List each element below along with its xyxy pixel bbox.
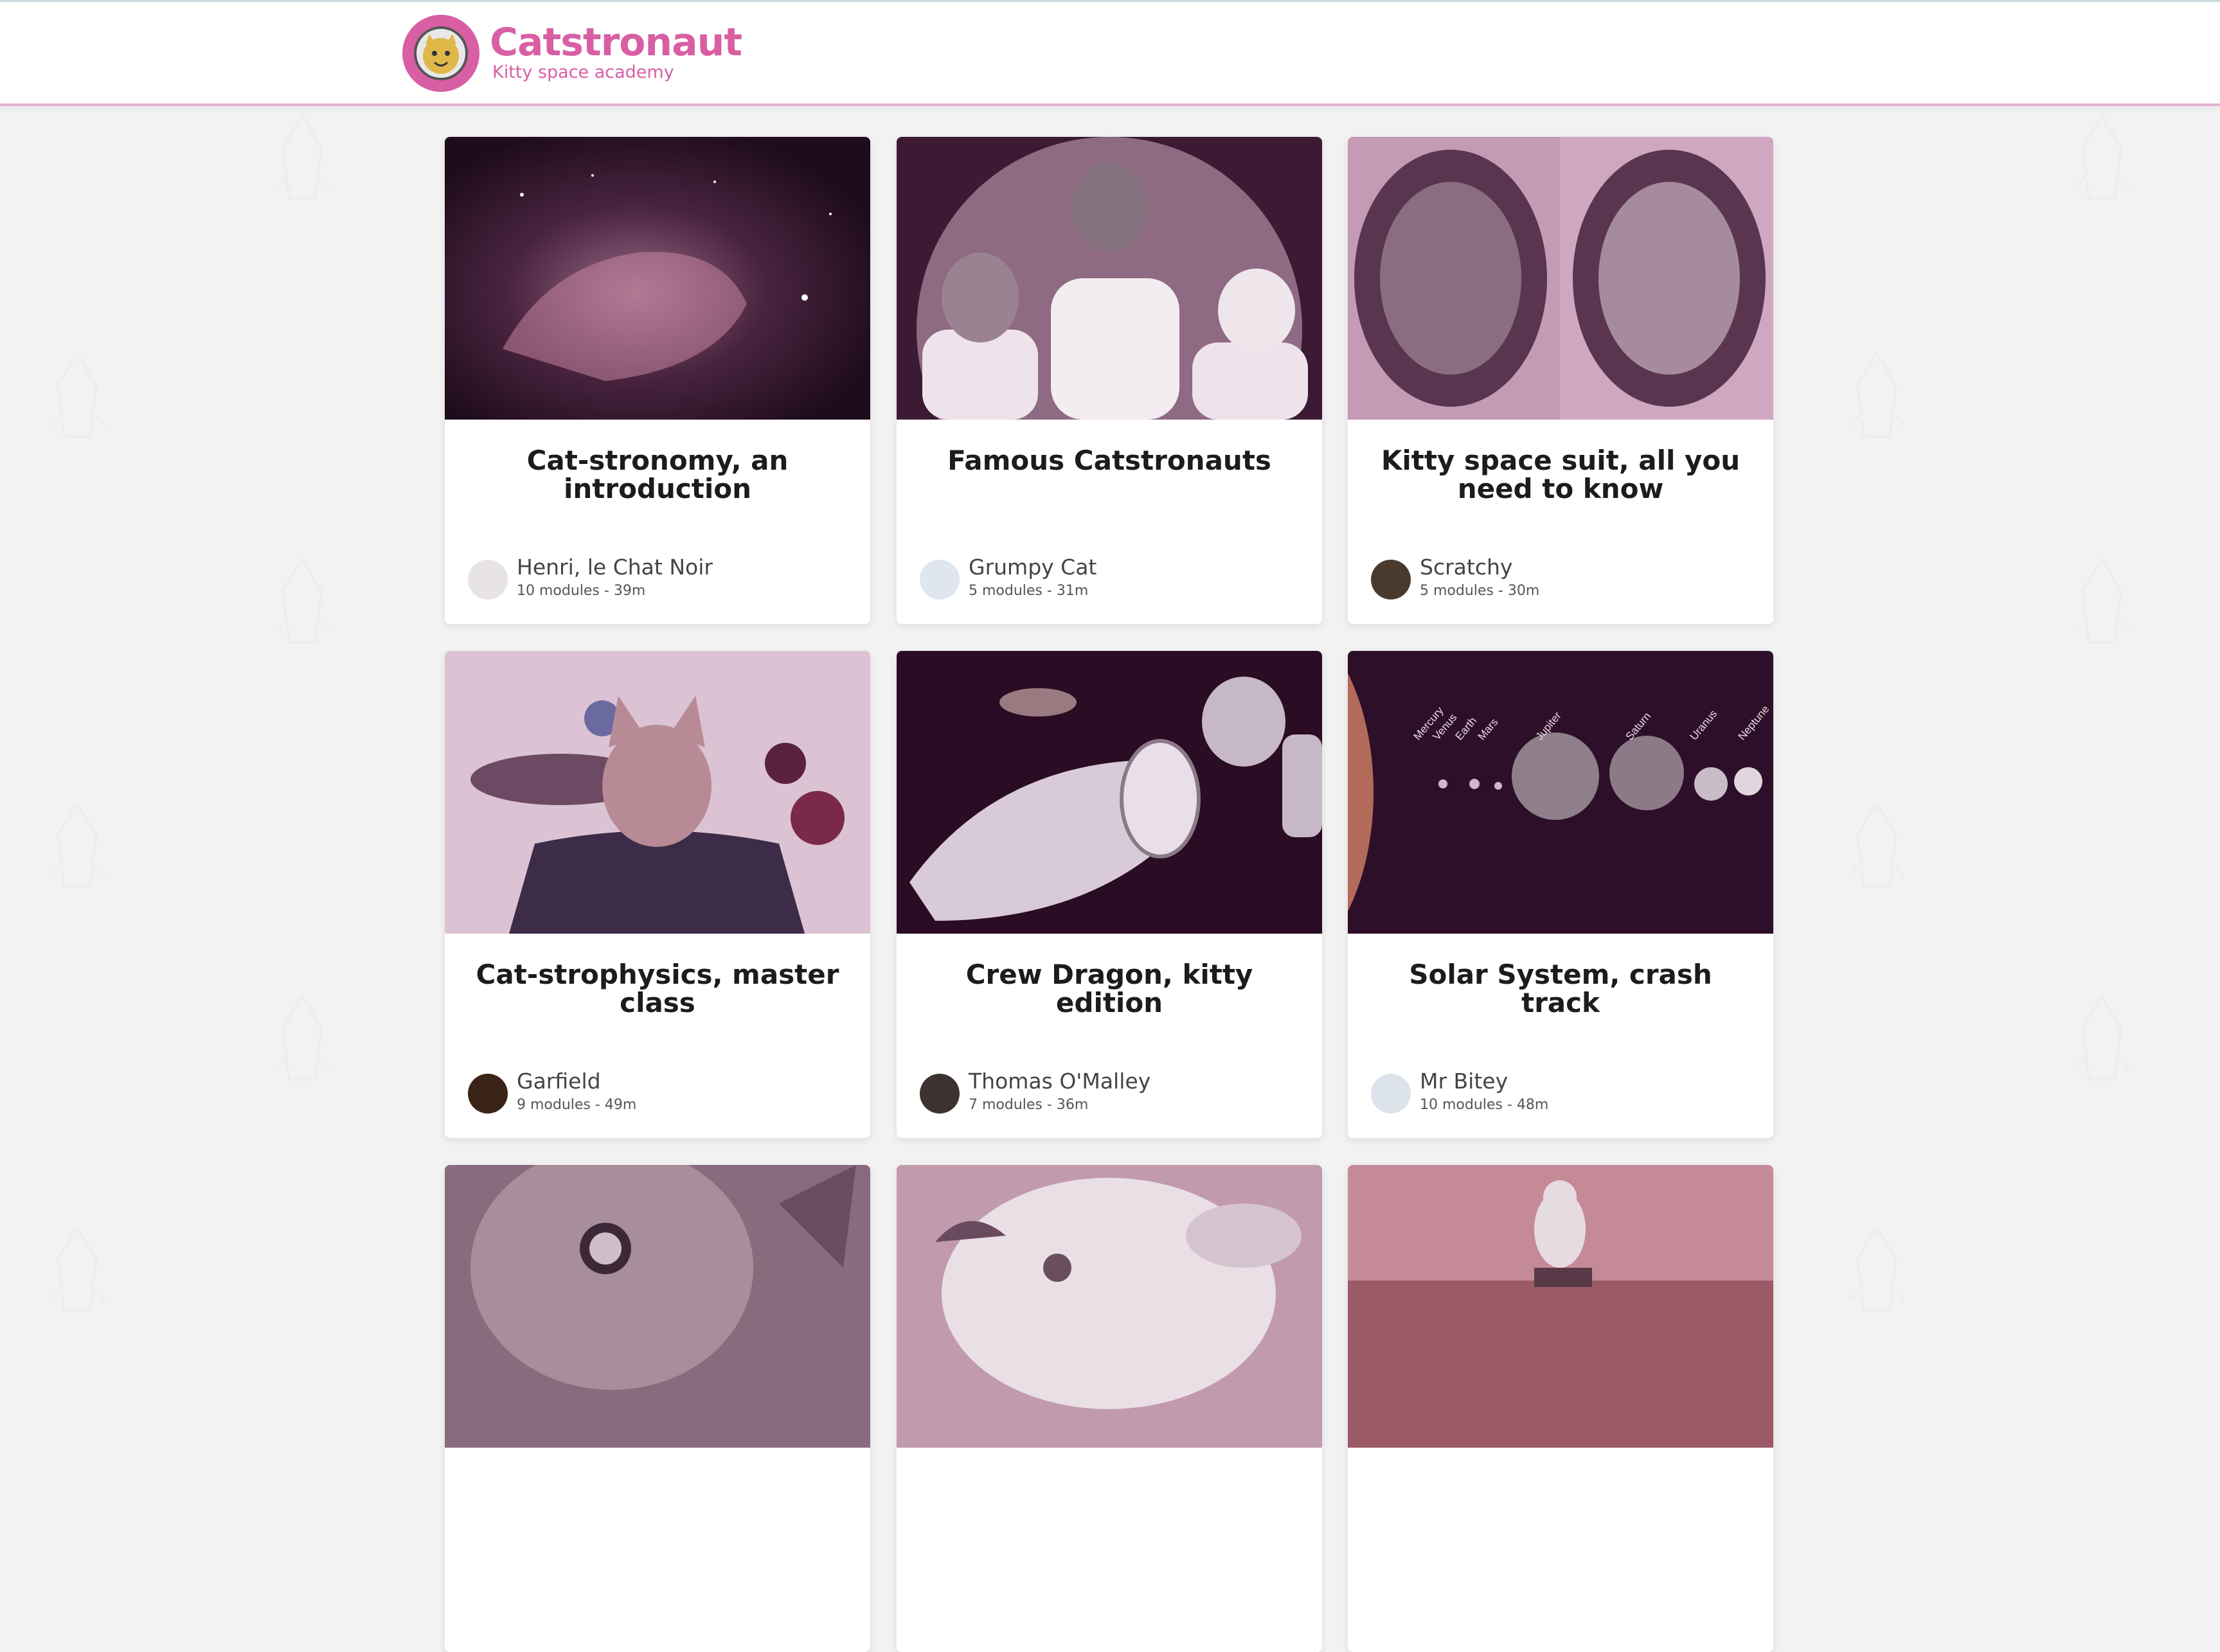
astronaut-cat-icon[interactable] [402,15,479,92]
cat-rocket-icon [48,801,107,888]
track-title[interactable]: Crew Dragon, kitty edition [922,961,1296,1017]
cat-rocket-icon [48,1225,107,1312]
cat-rocket-icon [1847,1225,1906,1312]
cat-rocket-icon [273,556,332,644]
author-name: Garfield [517,1069,601,1094]
brand-title[interactable]: Catstronaut [490,20,742,65]
author-avatar [468,1074,508,1114]
author-name: Mr Bitey [1420,1069,1508,1094]
track-title[interactable]: Famous Catstronauts [922,447,1296,475]
track-card[interactable] [1348,1165,1773,1652]
cat-rocket-icon [2072,113,2131,200]
cat-rocket-icon [273,993,332,1081]
author-avatar [468,560,508,600]
cat-rocket-icon [2072,993,2131,1081]
track-meta: 9 modules - 49m [517,1097,637,1113]
track-title[interactable]: Cat-strophysics, master class [470,961,845,1017]
cat-in-suit-image [445,651,870,934]
track-card[interactable]: Cat-strophysics, master class Garfield 9… [445,651,870,1138]
track-meta: 7 modules - 36m [969,1097,1089,1113]
tabby-cat-closeup-image [445,1165,870,1448]
brand-subtitle: Kitty space academy [492,62,674,82]
author-avatar [1371,560,1411,600]
track-card[interactable] [897,1165,1322,1652]
track-title[interactable]: Solar System, crash track [1374,961,1748,1017]
nebula-cat-image [445,137,870,420]
cat-on-spacecraft-image [897,651,1322,934]
author-name: Grumpy Cat [969,555,1097,580]
track-card[interactable]: Cat-stronomy, an introduction Henri, le … [445,137,870,624]
author-name: Scratchy [1420,555,1513,580]
track-card[interactable]: Crew Dragon, kitty edition Thomas O'Mall… [897,651,1322,1138]
track-meta: 10 modules - 48m [1420,1097,1549,1113]
track-title[interactable]: Cat-stronomy, an introduction [470,447,845,503]
track-card[interactable] [445,1165,870,1652]
author-avatar [1371,1074,1411,1114]
track-meta: 5 modules - 30m [1420,583,1540,599]
track-card[interactable]: Kitty space suit, all you need to know S… [1348,137,1773,624]
track-meta: 5 modules - 31m [969,583,1089,599]
author-name: Henri, le Chat Noir [517,555,713,580]
author-name: Thomas O'Malley [969,1069,1151,1094]
track-card[interactable]: Famous Catstronauts Grumpy Cat 5 modules… [897,137,1322,624]
cat-rocket-icon [1847,351,1906,438]
cat-rocket-icon [48,351,107,438]
cats-in-helmets-image [1348,137,1773,420]
track-meta: 10 modules - 39m [517,583,646,599]
top-navbar: Catstronaut Kitty space academy [0,0,2220,106]
three-cat-astronauts-image [897,137,1322,420]
kitten-playing-image [897,1165,1322,1448]
cat-rocket-icon [273,113,332,200]
cat-rocket-icon [1847,801,1906,888]
track-title[interactable]: Kitty space suit, all you need to know [1374,447,1748,503]
cat-on-mars-image [1348,1165,1773,1448]
cat-rocket-icon [2072,556,2131,644]
cat-planets-image: Mercury Venus Earth Mars Jupiter Saturn Uranus… [1348,651,1773,934]
track-card[interactable]: Mercury Venus Earth Mars Jupiter Saturn Uranus… [1348,651,1773,1138]
author-avatar [920,1074,960,1114]
author-avatar [920,560,960,600]
